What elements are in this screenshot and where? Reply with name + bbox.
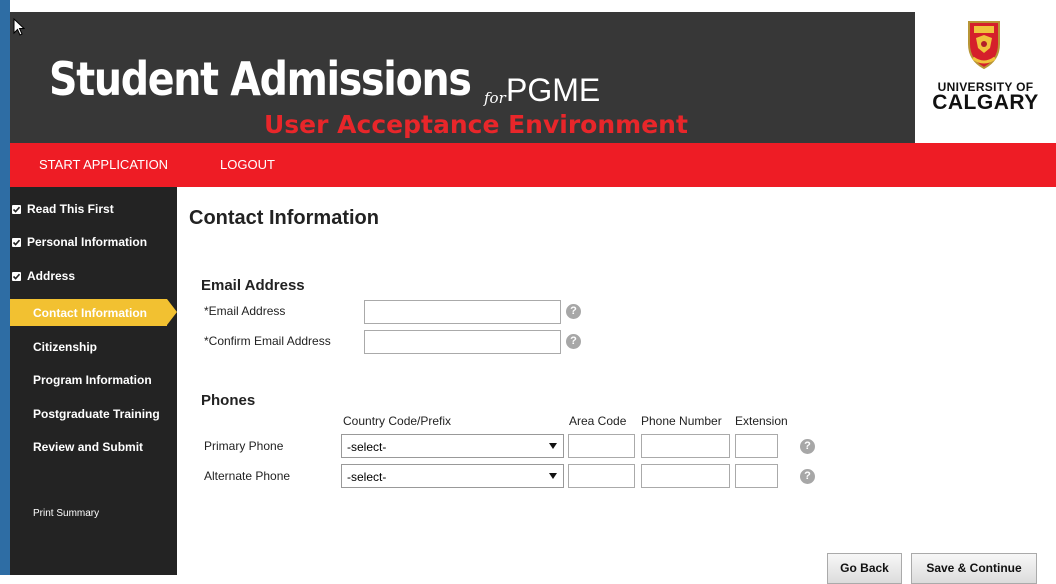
logout-link[interactable]: LOGOUT <box>220 157 275 172</box>
app-window: Student Admissions for PGME User Accepta… <box>0 0 1056 584</box>
page-title: Contact Information <box>189 207 379 229</box>
sidebar-item-label: Address <box>27 269 76 283</box>
top-nav-bar: START APPLICATION LOGOUT <box>10 143 1056 187</box>
sidebar-item-label: Program Information <box>33 373 152 387</box>
confirm-email-label: *Confirm Email Address <box>204 334 331 348</box>
brand-title: Student Admissions <box>49 52 472 106</box>
email-section-heading: Email Address <box>201 277 305 294</box>
extension-column-header: Extension <box>735 414 788 428</box>
university-name-line2: CALGARY <box>932 91 1039 114</box>
primary-phone-number-field[interactable] <box>641 434 730 458</box>
sidebar-item-review-and-submit[interactable]: Review and Submit <box>33 440 173 454</box>
alternate-area-code-field[interactable] <box>568 464 635 488</box>
sidebar-item-label: Personal Information <box>27 235 148 249</box>
alternate-phone-number-field[interactable] <box>641 464 730 488</box>
print-summary-link[interactable]: Print Summary <box>33 508 99 519</box>
brand-program: PGME <box>506 72 601 108</box>
sidebar-item-read-this-first[interactable]: Read This First <box>12 202 179 216</box>
sidebar-item-contact-information[interactable]: Contact Information <box>33 306 163 320</box>
country-code-column-header: Country Code/Prefix <box>343 414 452 428</box>
checkbox-icon <box>12 205 21 214</box>
sidebar-active-pointer <box>167 299 177 325</box>
chevron-down-icon <box>549 473 557 479</box>
start-application-link[interactable]: START APPLICATION <box>39 157 168 172</box>
go-back-button[interactable]: Go Back <box>827 553 902 584</box>
phone-number-column-header: Phone Number <box>641 414 722 428</box>
alternate-phone-label: Alternate Phone <box>204 469 291 483</box>
select-value: -select- <box>347 440 387 454</box>
help-icon[interactable]: ? <box>566 334 581 349</box>
primary-area-code-field[interactable] <box>568 434 635 458</box>
mouse-cursor-icon <box>13 18 25 36</box>
confirm-email-field[interactable] <box>364 330 561 354</box>
university-logo: UNIVERSITY OF CALGARY <box>915 12 1056 143</box>
sidebar-item-label: Read This First <box>27 202 114 216</box>
email-field[interactable] <box>364 300 561 324</box>
sidebar-item-label: Postgraduate Training <box>33 407 160 421</box>
environment-label: User Acceptance Environment <box>264 110 688 139</box>
sidebar-item-postgraduate-training[interactable]: Postgraduate Training <box>33 407 173 421</box>
sidebar: Read This First Personal Information Add… <box>10 187 177 575</box>
sidebar-item-label: Citizenship <box>33 340 98 354</box>
primary-country-code-select[interactable]: -select- <box>341 434 564 458</box>
chevron-down-icon <box>549 443 557 449</box>
help-icon[interactable]: ? <box>800 439 815 454</box>
alternate-country-code-select[interactable]: -select- <box>341 464 564 488</box>
save-and-continue-button[interactable]: Save & Continue <box>911 553 1037 584</box>
primary-phone-label: Primary Phone <box>204 439 284 453</box>
university-crest-icon <box>968 21 1000 70</box>
primary-extension-field[interactable] <box>735 434 778 458</box>
sidebar-item-citizenship[interactable]: Citizenship <box>33 340 173 354</box>
email-label: *Email Address <box>204 304 286 318</box>
select-value: -select- <box>347 470 387 484</box>
header-banner: Student Admissions for PGME User Accepta… <box>10 12 915 143</box>
sidebar-item-address[interactable]: Address <box>12 269 179 283</box>
checkbox-icon <box>12 238 21 247</box>
sidebar-item-label: Contact Information <box>33 306 147 320</box>
help-icon[interactable]: ? <box>566 304 581 319</box>
area-code-column-header: Area Code <box>569 414 627 428</box>
help-icon[interactable]: ? <box>800 469 815 484</box>
brand-for: for <box>484 89 506 107</box>
sidebar-item-program-information[interactable]: Program Information <box>33 373 173 387</box>
phones-section-heading: Phones <box>201 392 256 409</box>
alternate-extension-field[interactable] <box>735 464 778 488</box>
sidebar-item-personal-information[interactable]: Personal Information <box>12 235 179 249</box>
window-border <box>0 0 10 575</box>
sidebar-item-label: Review and Submit <box>33 440 144 454</box>
checkbox-icon <box>12 272 21 281</box>
